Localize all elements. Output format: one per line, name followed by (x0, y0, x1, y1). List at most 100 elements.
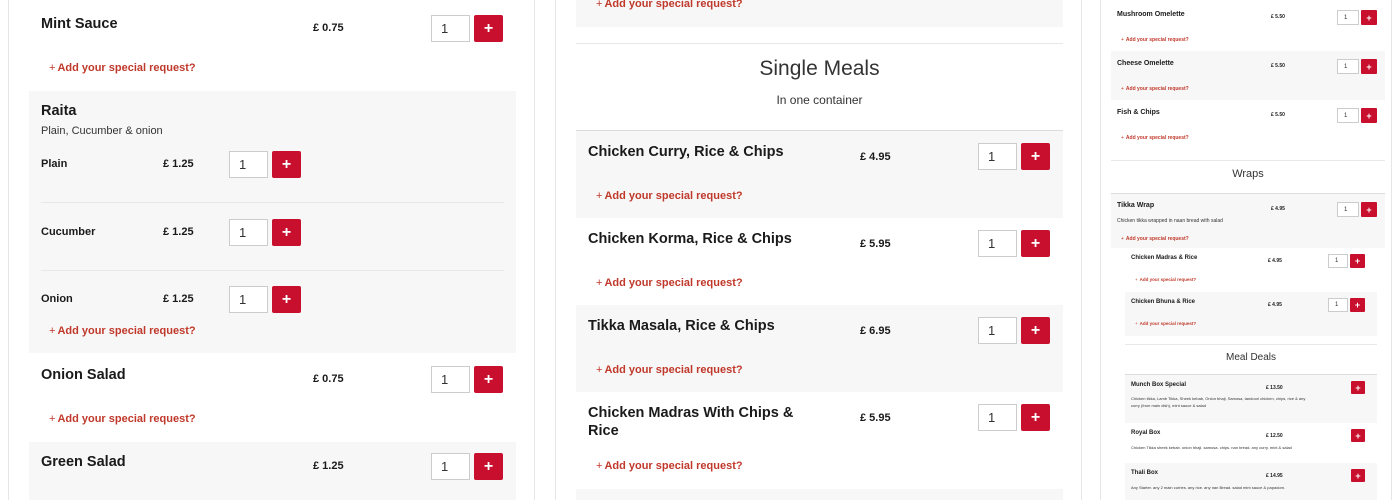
quantity-input[interactable]: 1 (1337, 10, 1359, 25)
item-name: Thali Box (1131, 470, 1159, 476)
add-to-cart-button[interactable]: + (272, 286, 301, 313)
quantity-input[interactable]: 1 (229, 286, 268, 313)
plus-icon: + (49, 413, 56, 425)
special-request-link[interactable]: + Add your special request? (49, 62, 196, 74)
item-price: £ 5.50 (1271, 112, 1285, 118)
plus-icon: + (1366, 204, 1372, 215)
plus-icon: + (596, 190, 603, 202)
special-request-label: Add your special request? (604, 0, 743, 10)
add-to-cart-button[interactable]: + (1350, 298, 1365, 312)
quantity-input[interactable]: 1 (978, 317, 1017, 344)
special-request-link[interactable]: + Add your special request? (596, 277, 743, 289)
item-name: Chicken Curry, Rice & Chips (588, 144, 784, 160)
plus-icon: + (1354, 256, 1361, 266)
add-to-cart-button[interactable]: + (1021, 404, 1050, 431)
special-request-link[interactable]: + Add your special request? (596, 364, 743, 376)
plus-icon: + (1030, 408, 1041, 426)
quantity-input[interactable]: 1 (431, 366, 470, 393)
plus-icon: + (1121, 236, 1124, 242)
special-request-link[interactable]: + Add your special request? (596, 0, 743, 10)
add-to-cart-button[interactable]: + (1361, 10, 1377, 25)
section-subtitle: In one container (776, 93, 863, 107)
special-request-label: Add your special request? (604, 364, 743, 376)
item-name: Green Salad (41, 454, 126, 470)
add-to-cart-button[interactable]: + (272, 151, 301, 178)
quantity-input[interactable]: 1 (978, 404, 1017, 431)
add-to-cart-button[interactable]: + (272, 219, 301, 246)
menu-item-chicken-curry: Chicken Curry, Rice & Chips £ 4.95 1 + +… (576, 131, 1063, 218)
add-to-cart-button[interactable]: + (1361, 202, 1377, 217)
item-price: £ 5.50 (1271, 14, 1285, 20)
add-to-cart-button[interactable]: + (1361, 108, 1377, 123)
quantity-input[interactable]: 1 (978, 230, 1017, 257)
add-to-cart-button[interactable]: + (1351, 469, 1365, 482)
item-price: £ 4.95 (1268, 302, 1282, 308)
quantity-input[interactable]: 1 (1337, 108, 1359, 123)
quantity-input[interactable]: 1 (229, 151, 268, 178)
quantity-input[interactable]: 1 (431, 453, 470, 480)
item-name-line-1: Chicken Madras With Chips & (588, 405, 794, 421)
menu-item-mushroom-omelette: Mushroom Omelette £ 5.50 1 + + Add your s… (1111, 0, 1385, 50)
menu-item-tikka-masala: Tikka Masala, Rice & Chips £ 6.95 1 + + A… (576, 305, 1063, 392)
add-to-cart-button[interactable]: + (1351, 429, 1365, 442)
special-request-link[interactable]: + Add your special request? (596, 190, 743, 202)
menu-column-single-meals: + Add your special request? Single Meals … (555, 0, 1082, 500)
plus-icon: + (1355, 470, 1361, 481)
add-to-cart-button[interactable]: + (1350, 254, 1365, 268)
option-price: £ 1.25 (163, 158, 194, 170)
item-name: Chicken Bhuna & Rice (1131, 299, 1196, 305)
add-to-cart-button[interactable]: + (1021, 317, 1050, 344)
plus-icon: + (1121, 135, 1124, 141)
quantity-input[interactable]: 1 (978, 143, 1017, 170)
menu-item-royal-box: Royal Box £ 12.50 + Chicken Tikka sheek … (1125, 423, 1377, 463)
item-price: £ 4.95 (1268, 258, 1282, 264)
option-price: £ 1.25 (163, 226, 194, 238)
special-request-label: Add your special request? (604, 277, 743, 289)
add-to-cart-button[interactable]: + (474, 453, 503, 480)
plus-icon: + (281, 290, 292, 308)
item-name: Raita (41, 103, 77, 119)
plus-icon: + (1030, 147, 1041, 165)
special-request-link[interactable]: + Add your special request? (49, 413, 196, 425)
special-request-link[interactable]: + Add your special request? (1121, 86, 1189, 92)
special-request-label: Add your special request? (57, 413, 196, 425)
plus-icon: + (1030, 321, 1041, 339)
menu-item-fish-chips: Fish & Chips £ 5.50 1 + + Add your specia… (1111, 100, 1385, 150)
section-title: Wraps (1232, 168, 1264, 180)
add-to-cart-button[interactable]: + (1021, 230, 1050, 257)
item-price: £ 4.95 (1271, 206, 1285, 212)
section-divider (1125, 344, 1377, 345)
add-to-cart-button[interactable]: + (474, 366, 503, 393)
add-to-cart-button[interactable]: + (1351, 381, 1365, 394)
quantity-input[interactable]: 1 (1328, 298, 1348, 312)
special-request-link[interactable]: + Add your special request? (49, 325, 196, 337)
item-description: Any Starter. any 2 main curries. any ric… (1131, 485, 1286, 490)
special-request-link[interactable]: + Add your special request? (1121, 37, 1189, 43)
section-divider (1111, 160, 1385, 161)
menu-item-green-salad: Green Salad £ 1.25 1 + (29, 442, 516, 500)
quantity-input[interactable]: 1 (1337, 59, 1359, 74)
quantity-input[interactable]: 1 (1337, 202, 1359, 217)
item-name: Royal Box (1131, 430, 1161, 436)
special-request-link[interactable]: + Add your special request? (1135, 321, 1196, 326)
menu-item-cheese-omelette: Cheese Omelette £ 5.50 1 + + Add your spe… (1111, 51, 1385, 100)
special-request-link[interactable]: + Add your special request? (596, 460, 743, 472)
special-request-label: Add your special request? (1139, 277, 1197, 282)
add-to-cart-button[interactable]: + (1361, 59, 1377, 74)
option-name: Plain (41, 158, 68, 170)
item-name: Tikka Masala, Rice & Chips (588, 318, 775, 334)
add-to-cart-button[interactable]: + (474, 15, 503, 42)
menu-item-previous: + Add your special request? (576, 0, 1063, 27)
add-to-cart-button[interactable]: + (1021, 143, 1050, 170)
item-description: Plain, Cucumber & onion (41, 125, 163, 137)
quantity-input[interactable]: 1 (229, 219, 268, 246)
special-request-link[interactable]: + Add your special request? (1135, 277, 1196, 282)
special-request-link[interactable]: + Add your special request? (1121, 135, 1189, 141)
special-request-link[interactable]: + Add your special request? (1121, 236, 1189, 242)
option-name: Onion (41, 293, 73, 305)
menu-item-onion-salad: Onion Salad £ 0.75 1 + + Add your special… (29, 355, 516, 439)
quantity-input[interactable]: 1 (1328, 254, 1348, 268)
plus-icon: + (483, 457, 494, 475)
section-title: Meal Deals (1225, 352, 1277, 363)
quantity-input[interactable]: 1 (431, 15, 470, 42)
